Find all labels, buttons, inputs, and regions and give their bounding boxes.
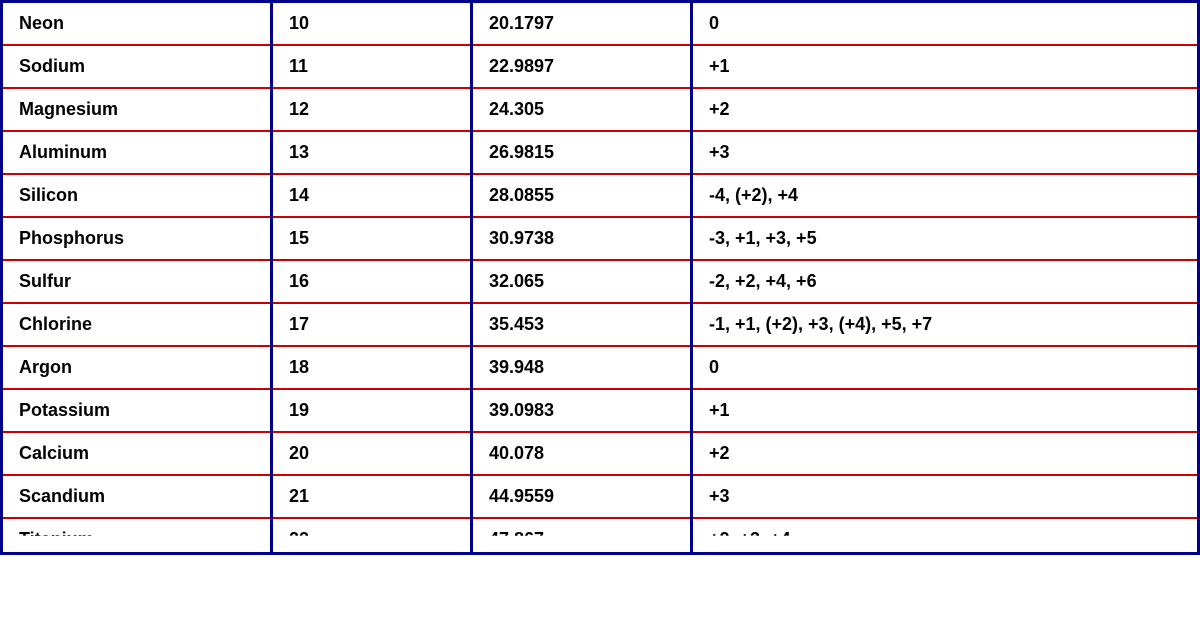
- atomic-weight: 26.9815: [472, 131, 692, 174]
- atomic-weight: 39.0983: [472, 389, 692, 432]
- table-row: Sodium1122.9897+1: [2, 45, 1199, 88]
- element-name: Aluminum: [2, 131, 272, 174]
- oxidation-states: +3: [692, 475, 1199, 518]
- element-name: Scandium: [2, 475, 272, 518]
- element-name: Chlorine: [2, 303, 272, 346]
- oxidation-states: +1: [692, 45, 1199, 88]
- atomic-weight: 44.9559: [472, 475, 692, 518]
- atomic-number: 22: [272, 518, 472, 554]
- atomic-number: 16: [272, 260, 472, 303]
- element-name: Phosphorus: [2, 217, 272, 260]
- table-row: Chlorine1735.453-1, +1, (+2), +3, (+4), …: [2, 303, 1199, 346]
- element-name: Neon: [2, 2, 272, 46]
- atomic-number: 14: [272, 174, 472, 217]
- table-row: Calcium2040.078+2: [2, 432, 1199, 475]
- oxidation-states: 0: [692, 346, 1199, 389]
- oxidation-states: +3: [692, 131, 1199, 174]
- atomic-number: 13: [272, 131, 472, 174]
- element-name: Sodium: [2, 45, 272, 88]
- oxidation-states: -1, +1, (+2), +3, (+4), +5, +7: [692, 303, 1199, 346]
- atomic-number: 11: [272, 45, 472, 88]
- element-name: Sulfur: [2, 260, 272, 303]
- oxidation-states: -2, +2, +4, +6: [692, 260, 1199, 303]
- table-row: Sulfur1632.065-2, +2, +4, +6: [2, 260, 1199, 303]
- atomic-number: 18: [272, 346, 472, 389]
- atomic-number: 21: [272, 475, 472, 518]
- element-name: Titanium: [2, 518, 272, 554]
- atomic-number: 12: [272, 88, 472, 131]
- atomic-weight: 24.305: [472, 88, 692, 131]
- atomic-weight: 28.0855: [472, 174, 692, 217]
- element-name: Argon: [2, 346, 272, 389]
- table-row: Magnesium1224.305+2: [2, 88, 1199, 131]
- oxidation-states: -3, +1, +3, +5: [692, 217, 1199, 260]
- oxidation-states: -4, (+2), +4: [692, 174, 1199, 217]
- atomic-weight: 35.453: [472, 303, 692, 346]
- atomic-weight: 39.948: [472, 346, 692, 389]
- atomic-number: 10: [272, 2, 472, 46]
- atomic-number: 15: [272, 217, 472, 260]
- oxidation-states: +2: [692, 432, 1199, 475]
- element-name: Potassium: [2, 389, 272, 432]
- table-row: Scandium2144.9559+3: [2, 475, 1199, 518]
- table-row: Neon1020.17970: [2, 2, 1199, 46]
- atomic-weight: 40.078: [472, 432, 692, 475]
- oxidation-states: +2, +3, +4: [692, 518, 1199, 554]
- table-row: Aluminum1326.9815+3: [2, 131, 1199, 174]
- table-row: Silicon1428.0855-4, (+2), +4: [2, 174, 1199, 217]
- element-name: Calcium: [2, 432, 272, 475]
- atomic-number: 20: [272, 432, 472, 475]
- atomic-weight: 32.065: [472, 260, 692, 303]
- table-row: Titanium2247.867+2, +3, +4: [2, 518, 1199, 554]
- atomic-weight: 30.9738: [472, 217, 692, 260]
- elements-table: Neon1020.17970Sodium1122.9897+1Magnesium…: [0, 0, 1200, 555]
- table-row: Argon1839.9480: [2, 346, 1199, 389]
- table-row: Phosphorus1530.9738-3, +1, +3, +5: [2, 217, 1199, 260]
- atomic-weight: 20.1797: [472, 2, 692, 46]
- element-name: Silicon: [2, 174, 272, 217]
- atomic-weight: 22.9897: [472, 45, 692, 88]
- atomic-number: 19: [272, 389, 472, 432]
- element-name: Magnesium: [2, 88, 272, 131]
- atomic-number: 17: [272, 303, 472, 346]
- oxidation-states: 0: [692, 2, 1199, 46]
- oxidation-states: +1: [692, 389, 1199, 432]
- oxidation-states: +2: [692, 88, 1199, 131]
- atomic-weight: 47.867: [472, 518, 692, 554]
- table-row: Potassium1939.0983+1: [2, 389, 1199, 432]
